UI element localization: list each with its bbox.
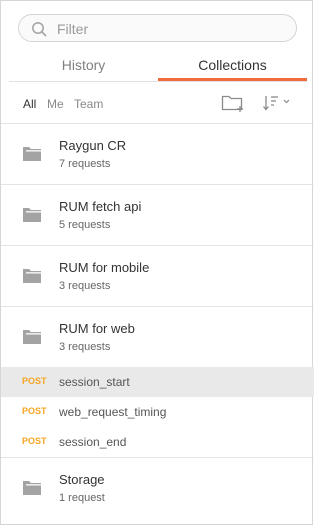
- folder-icon: [23, 208, 41, 222]
- collection-item[interactable]: RUM for mobile 3 requests: [1, 246, 314, 307]
- folder-icon: [23, 147, 41, 161]
- search-input[interactable]: [55, 19, 289, 39]
- request-item[interactable]: POST session_start: [1, 367, 314, 397]
- request-item[interactable]: POST session_end: [1, 427, 314, 457]
- filter-me[interactable]: Me: [47, 97, 64, 111]
- request-name: session_start: [59, 375, 130, 389]
- collections-sidebar: History Collections All Me Team Raygun C…: [0, 0, 314, 525]
- collection-request-count: 5 requests: [59, 219, 111, 231]
- folder-icon: [23, 481, 41, 495]
- collection-request-count: 7 requests: [59, 158, 111, 170]
- sort-icon[interactable]: [262, 94, 292, 112]
- collection-item[interactable]: Raygun CR 7 requests: [1, 124, 314, 185]
- request-method-badge: POST: [22, 376, 47, 386]
- search-box[interactable]: [18, 14, 297, 42]
- collection-item[interactable]: RUM fetch api 5 requests: [1, 185, 314, 246]
- collection-name: RUM for web: [59, 321, 135, 336]
- collection-item[interactable]: Storage 1 request: [1, 458, 314, 518]
- collection-filter-bar: All Me Team: [1, 83, 314, 124]
- request-name: session_end: [59, 435, 127, 449]
- collection-name: Raygun CR: [59, 138, 127, 153]
- filter-all[interactable]: All: [23, 97, 36, 111]
- folder-icon: [23, 330, 41, 344]
- tab-collections[interactable]: Collections: [158, 52, 307, 81]
- request-method-badge: POST: [22, 406, 47, 416]
- tab-bar: History Collections: [9, 52, 307, 82]
- collection-requests: POST session_start POST web_request_timi…: [1, 367, 314, 458]
- collection-request-count: 3 requests: [59, 341, 111, 353]
- new-folder-icon[interactable]: [221, 93, 245, 113]
- collection-item[interactable]: RUM for web 3 requests: [1, 307, 314, 367]
- folder-icon: [23, 269, 41, 283]
- collection-name: RUM fetch api: [59, 199, 142, 214]
- tab-history[interactable]: History: [9, 52, 158, 78]
- collection-name: Storage: [59, 472, 105, 487]
- collection-list: Raygun CR 7 requests RUM fetch api 5 req…: [1, 124, 314, 518]
- request-name: web_request_timing: [59, 405, 167, 419]
- request-item[interactable]: POST web_request_timing: [1, 397, 314, 427]
- search-icon: [32, 22, 47, 37]
- collection-request-count: 1 request: [59, 492, 105, 504]
- collection-request-count: 3 requests: [59, 280, 111, 292]
- collection-name: RUM for mobile: [59, 260, 150, 275]
- request-method-badge: POST: [22, 436, 47, 446]
- filter-team[interactable]: Team: [74, 97, 103, 111]
